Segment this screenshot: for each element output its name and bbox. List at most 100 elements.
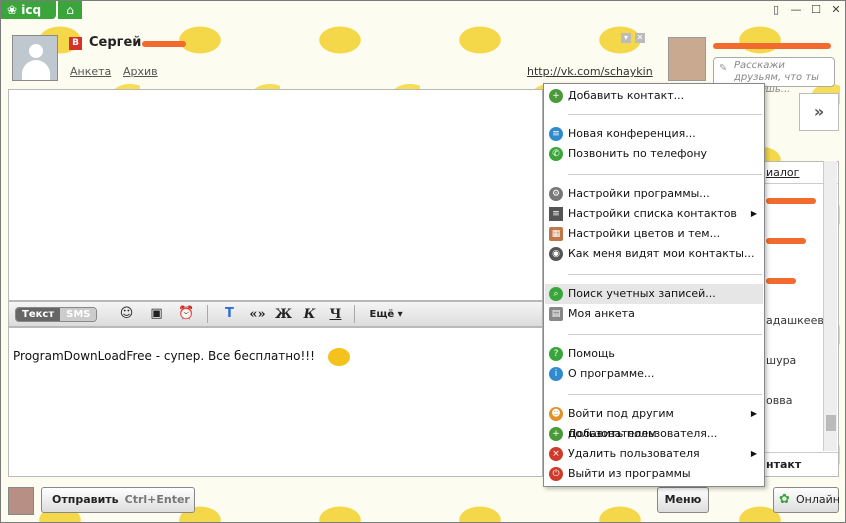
window-controls: ▯ — ☐ ✕ bbox=[769, 3, 843, 17]
close-chat-icon[interactable]: ✕ bbox=[635, 33, 645, 43]
add-contact-icon: + bbox=[549, 89, 563, 103]
more-label: Ещё bbox=[369, 308, 395, 320]
menu-item-switch-user[interactable]: ☻ Войти под другим пользователем ▶ bbox=[545, 404, 763, 440]
status-online-button[interactable]: ✿ Онлайн bbox=[773, 487, 840, 513]
my-avatar[interactable] bbox=[668, 37, 706, 81]
menu-item-label: Новая конференция... bbox=[568, 127, 696, 140]
redacted-name bbox=[766, 238, 806, 244]
profile-link[interactable]: Анкета bbox=[70, 65, 111, 78]
menu-item-search-accounts[interactable]: ⌕ Поиск учетных записей... bbox=[545, 284, 763, 304]
menu-item-new-conference[interactable]: ≡ Новая конференция... bbox=[545, 124, 763, 144]
redacted-name bbox=[766, 278, 796, 284]
menu-item-add-contact[interactable]: + Добавить контакт... bbox=[545, 86, 763, 106]
contact-avatar[interactable] bbox=[12, 35, 58, 81]
menu-item-label: Настройки программы... bbox=[568, 187, 710, 200]
conference-icon: ≡ bbox=[549, 127, 563, 141]
add-user-icon: + bbox=[549, 427, 563, 441]
menu-item-exit[interactable]: ⏻ Выйти из программы bbox=[545, 464, 763, 484]
submenu-arrow-icon: ▶ bbox=[750, 409, 757, 418]
main-context-menu: + Добавить контакт... ≡ Новая конференция.… bbox=[543, 83, 765, 487]
contact-header: В Сергей Анкета Архив http://vk.com/scha… bbox=[9, 31, 653, 85]
underline-button[interactable]: Ч bbox=[322, 307, 348, 322]
italic-button[interactable]: К bbox=[296, 307, 322, 322]
send-shortcut-hint: Ctrl+Enter bbox=[124, 493, 190, 506]
expand-panel-icon[interactable]: » bbox=[799, 93, 839, 131]
menu-item-label: Удалить пользователя bbox=[568, 447, 700, 460]
mode-text-button[interactable]: Текст bbox=[16, 307, 61, 321]
gear-icon: ⚙ bbox=[549, 187, 563, 201]
menu-item-label: Настройки списка контактов bbox=[568, 207, 737, 220]
online-label: Онлайн bbox=[796, 493, 840, 506]
menu-item-colors-themes[interactable]: ▦ Настройки цветов и тем... bbox=[545, 224, 763, 244]
redacted-surname bbox=[142, 41, 186, 47]
redacted-my-name bbox=[713, 43, 831, 49]
icq-flower-icon: ✿ bbox=[779, 492, 790, 507]
menu-item-label: Моя анкета bbox=[568, 307, 635, 320]
title-bar: ❀ icq ⌂ ▯ — ☐ ✕ bbox=[1, 1, 846, 19]
message-history[interactable] bbox=[8, 89, 543, 301]
my-small-avatar[interactable] bbox=[8, 487, 34, 515]
pin-icon[interactable]: ▾ bbox=[621, 33, 631, 43]
menu-item-about[interactable]: i О программе... bbox=[545, 364, 763, 384]
search-icon: ⌕ bbox=[549, 287, 563, 301]
mode-sms-button[interactable]: SMS bbox=[60, 307, 97, 321]
remove-user-icon: × bbox=[549, 447, 563, 461]
menu-item-label: Поиск учетных записей... bbox=[568, 287, 716, 300]
submenu-arrow-icon: ▶ bbox=[750, 449, 757, 458]
app-name: icq bbox=[21, 3, 42, 17]
tv-icon[interactable]: ▣ bbox=[145, 304, 167, 324]
profile-card-icon: ▤ bbox=[549, 307, 563, 321]
help-icon: ? bbox=[549, 347, 563, 361]
menu-item-help[interactable]: ? Помощь bbox=[545, 344, 763, 364]
mode-switch: Текст SMS bbox=[15, 306, 98, 322]
alarm-clock-icon[interactable]: ⏰ bbox=[175, 304, 197, 324]
close-icon[interactable]: ✕ bbox=[829, 3, 843, 17]
menu-item-label: Выйти из программы bbox=[568, 467, 691, 480]
scrollbar-thumb[interactable] bbox=[826, 415, 836, 431]
power-icon: ⏻ bbox=[549, 467, 563, 481]
text-format-icon[interactable]: T bbox=[218, 304, 240, 324]
menu-item-add-user[interactable]: + Добавить пользователя... bbox=[545, 424, 763, 444]
contact-url[interactable]: http://vk.com/schaykin bbox=[527, 65, 653, 78]
vk-network-icon: В bbox=[69, 37, 82, 50]
send-button[interactable]: Отправить Ctrl+Enter bbox=[41, 487, 195, 513]
menu-item-label: Помощь bbox=[568, 347, 615, 360]
toolbar-divider bbox=[354, 305, 356, 323]
menu-item-program-settings[interactable]: ⚙ Настройки программы... bbox=[545, 184, 763, 204]
phone-icon: ✆ bbox=[549, 147, 563, 161]
switch-user-icon: ☻ bbox=[549, 407, 563, 421]
smiley-icon[interactable]: ☺ bbox=[115, 304, 137, 324]
eye-icon: ◉ bbox=[549, 247, 563, 261]
archive-link[interactable]: Архив bbox=[123, 65, 158, 78]
toolbar-divider bbox=[207, 305, 209, 323]
menu-item-my-profile[interactable]: ▤ Моя анкета bbox=[545, 304, 763, 324]
info-icon: i bbox=[549, 367, 563, 381]
menu-item-label: Позвонить по телефону bbox=[568, 147, 708, 160]
menu-item-call-phone[interactable]: ✆ Позвонить по телефону bbox=[545, 144, 763, 164]
menu-item-how-contacts-see-me[interactable]: ◉ Как меня видят мои контакты... bbox=[545, 244, 763, 264]
restore-icon[interactable]: ▯ bbox=[769, 3, 783, 17]
icq-tab[interactable]: ❀ icq bbox=[1, 1, 56, 19]
add-contact-footer[interactable]: нтакт bbox=[764, 452, 838, 476]
menu-item-contact-list-settings[interactable]: ≡ Настройки списка контактов ▶ bbox=[545, 204, 763, 224]
menu-item-remove-user[interactable]: × Удалить пользователя ▶ bbox=[545, 444, 763, 464]
bold-button[interactable]: Ж bbox=[270, 307, 296, 322]
icq-window: ❀ icq ⌂ ▯ — ☐ ✕ В Сергей Анкета Архив ht… bbox=[0, 0, 846, 523]
menu-separator bbox=[568, 114, 762, 115]
home-icon[interactable]: ⌂ bbox=[58, 1, 82, 19]
bottom-bar: Отправить Ctrl+Enter Меню ✿ Онлайн bbox=[1, 483, 846, 523]
contact-name: Сергей bbox=[89, 35, 142, 50]
message-input[interactable]: ProgramDownLoadFree - супер. Все бесплат… bbox=[8, 327, 543, 477]
redacted-name bbox=[766, 198, 816, 204]
more-button[interactable]: Ещё ▾ bbox=[369, 309, 402, 320]
contact-list-scrollbar[interactable] bbox=[823, 161, 837, 451]
menu-separator bbox=[568, 334, 762, 335]
duck-smiley-icon bbox=[328, 348, 351, 366]
input-toolbar: Текст SMS ☺ ▣ ⏰ T «» Ж К Ч Ещё ▾ bbox=[8, 301, 543, 327]
maximize-icon[interactable]: ☐ bbox=[809, 3, 823, 17]
minimize-icon[interactable]: — bbox=[789, 3, 803, 17]
quote-button[interactable]: «» bbox=[244, 307, 270, 322]
menu-separator bbox=[568, 274, 762, 275]
message-input-text: ProgramDownLoadFree - супер. Все бесплат… bbox=[13, 349, 315, 363]
menu-button[interactable]: Меню bbox=[657, 487, 709, 513]
